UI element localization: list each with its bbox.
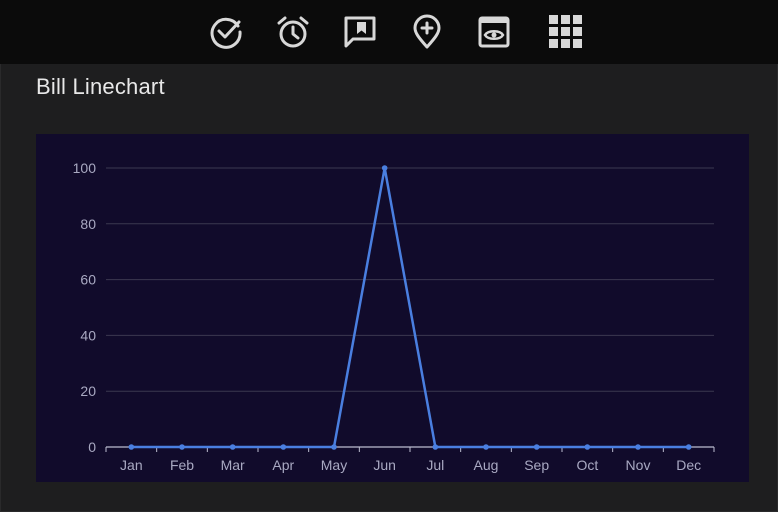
- data-point-mar: [229, 444, 236, 450]
- alarm-clock-icon[interactable]: [273, 12, 313, 52]
- y-tick-label-100: 100: [73, 160, 97, 176]
- data-point-oct: [584, 444, 591, 450]
- x-tick-label-jan: Jan: [120, 457, 143, 473]
- data-point-feb: [179, 444, 185, 450]
- y-tick-label-40: 40: [80, 327, 96, 343]
- x-tick-label-aug: Aug: [474, 457, 499, 473]
- data-point-jun: [381, 165, 388, 171]
- y-tick-label-80: 80: [80, 216, 96, 232]
- x-tick-label-apr: Apr: [272, 457, 294, 473]
- top-toolbar: [0, 0, 778, 65]
- chart-area: 0 20 40 60 80 100 Jan Feb Mar Apr May Jun Jul Aug Sep O…: [36, 134, 749, 482]
- y-tick-label-0: 0: [88, 439, 96, 455]
- preview-window-icon[interactable]: [474, 12, 514, 52]
- comment-bookmark-icon[interactable]: [340, 12, 380, 52]
- card-title: Bill Linechart: [36, 74, 165, 99]
- data-point-may: [331, 444, 337, 450]
- data-point-jan: [128, 444, 135, 450]
- x-tick-label-dec: Dec: [676, 457, 701, 473]
- check-circle-icon[interactable]: [206, 12, 246, 52]
- x-tick-label-jul: Jul: [426, 457, 444, 473]
- data-point-jul: [432, 444, 439, 450]
- x-tick-label-feb: Feb: [170, 457, 194, 473]
- data-point-apr: [280, 444, 287, 450]
- data-point-nov: [635, 444, 641, 450]
- x-tick-label-jun: Jun: [373, 457, 396, 473]
- location-add-icon[interactable]: [407, 12, 447, 52]
- x-tick-label-may: May: [321, 457, 347, 473]
- x-tick-label-mar: Mar: [221, 457, 245, 473]
- series-line-0: [131, 167, 689, 449]
- y-tick-label-20: 20: [80, 383, 96, 399]
- bill-linechart-card: Bill Linechart 0 20 40 60 80 100 Jan Feb Mar Apr M…: [0, 64, 778, 512]
- data-point-aug: [483, 444, 489, 450]
- data-point-sep: [533, 444, 540, 450]
- x-tick-label-sep: Sep: [524, 457, 549, 473]
- x-tick-label-oct: Oct: [576, 457, 598, 473]
- data-point-dec: [685, 444, 692, 450]
- line-chart: 0 20 40 60 80 100 Jan Feb Mar Apr May Jun Jul Aug Sep O…: [73, 160, 715, 473]
- apps-grid-icon[interactable]: [546, 12, 586, 52]
- x-tick-label-nov: Nov: [626, 457, 651, 473]
- y-tick-label-60: 60: [80, 272, 96, 288]
